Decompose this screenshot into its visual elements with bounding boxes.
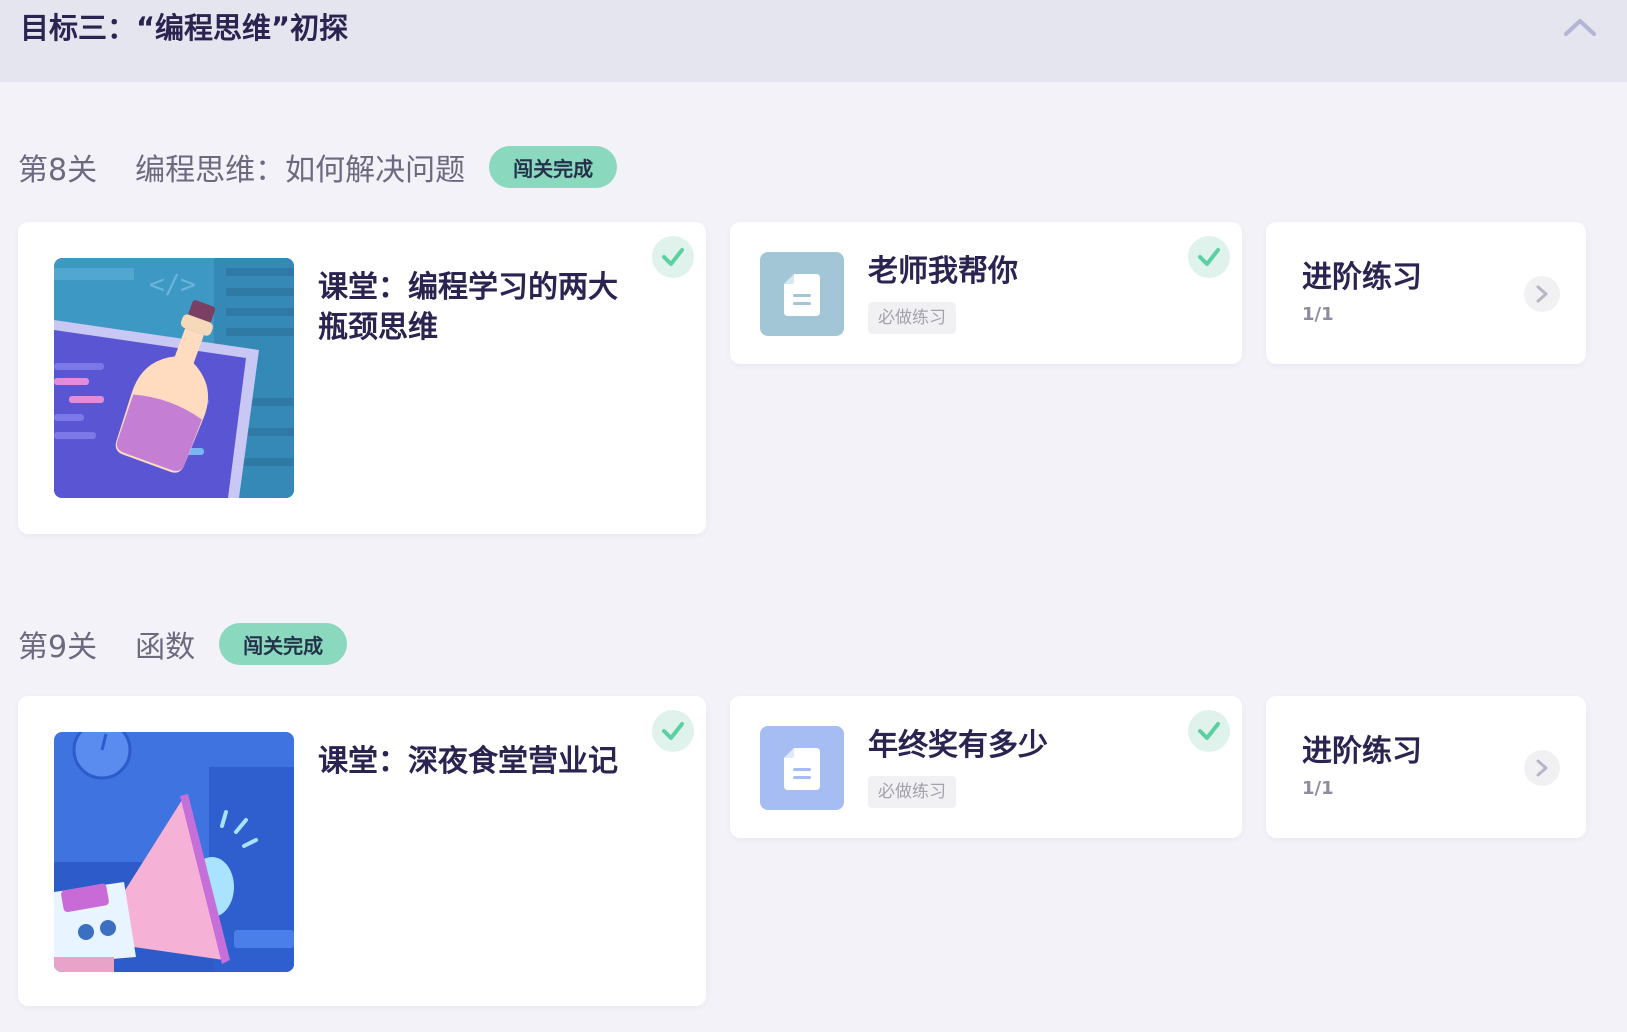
advanced-card-8[interactable]: 进阶练习 1/1 bbox=[1266, 222, 1586, 364]
chevron-right-button[interactable] bbox=[1524, 750, 1560, 786]
megaphone-illustration bbox=[54, 732, 294, 972]
exercise-title: 年终奖有多少 bbox=[868, 728, 1048, 763]
level-header-8: 第8关 编程思维：如何解决问题 闯关完成 bbox=[18, 145, 618, 189]
required-tag: 必做练习 bbox=[868, 776, 956, 808]
level-name: 编程思维：如何解决问题 bbox=[135, 153, 466, 188]
level-number: 第9关 bbox=[18, 630, 98, 665]
level-name: 函数 bbox=[135, 630, 196, 665]
advanced-title: 进阶练习 bbox=[1302, 734, 1422, 769]
checkmark-icon bbox=[1198, 722, 1220, 740]
exercise-card-9[interactable]: 年终奖有多少 必做练习 bbox=[730, 696, 1242, 838]
advanced-progress: 1/1 bbox=[1302, 778, 1334, 799]
status-badge: 闯关完成 bbox=[219, 623, 348, 665]
chevron-right-icon bbox=[1536, 759, 1548, 777]
document-icon bbox=[784, 274, 820, 316]
level-header-9: 第9关 函数 闯关完成 bbox=[18, 622, 348, 666]
goal-title: 目标三：“编程思维”初探 bbox=[20, 11, 349, 45]
checkmark-icon bbox=[662, 248, 684, 266]
goal-header[interactable]: 目标三：“编程思维”初探 bbox=[0, 0, 1627, 82]
chevron-right-button[interactable] bbox=[1524, 276, 1560, 312]
lesson-thumbnail bbox=[54, 732, 294, 972]
chevron-right-icon bbox=[1536, 285, 1548, 303]
lesson-card-8[interactable]: </> 课堂：编程学习的两大瓶颈思维 bbox=[18, 222, 706, 534]
exercise-card-8[interactable]: 老师我帮你 必做练习 bbox=[730, 222, 1242, 364]
lesson-thumbnail: </> bbox=[54, 258, 294, 498]
advanced-progress: 1/1 bbox=[1302, 304, 1334, 325]
document-icon bbox=[784, 748, 820, 790]
status-badge: 闯关完成 bbox=[489, 146, 618, 188]
collapse-button[interactable] bbox=[1561, 12, 1599, 42]
advanced-title: 进阶练习 bbox=[1302, 260, 1422, 295]
required-tag: 必做练习 bbox=[868, 302, 956, 334]
lesson-title: 课堂：深夜食堂营业记 bbox=[318, 744, 618, 779]
lesson-title: 课堂：编程学习的两大瓶颈思维 bbox=[318, 270, 618, 345]
completed-check bbox=[652, 710, 694, 752]
level-number: 第8关 bbox=[18, 153, 98, 188]
exercise-icon bbox=[760, 252, 844, 336]
exercise-title: 老师我帮你 bbox=[868, 254, 1018, 289]
checkmark-icon bbox=[662, 722, 684, 740]
potion-bottle-code-illustration: </> bbox=[54, 258, 294, 498]
exercise-icon bbox=[760, 726, 844, 810]
chevron-up-icon bbox=[1564, 19, 1596, 36]
checkmark-icon bbox=[1198, 248, 1220, 266]
advanced-card-9[interactable]: 进阶练习 1/1 bbox=[1266, 696, 1586, 838]
completed-check bbox=[652, 236, 694, 278]
completed-check bbox=[1188, 710, 1230, 752]
completed-check bbox=[1188, 236, 1230, 278]
lesson-card-9[interactable]: 课堂：深夜食堂营业记 bbox=[18, 696, 706, 1006]
svg-text:</>: </> bbox=[149, 270, 196, 300]
